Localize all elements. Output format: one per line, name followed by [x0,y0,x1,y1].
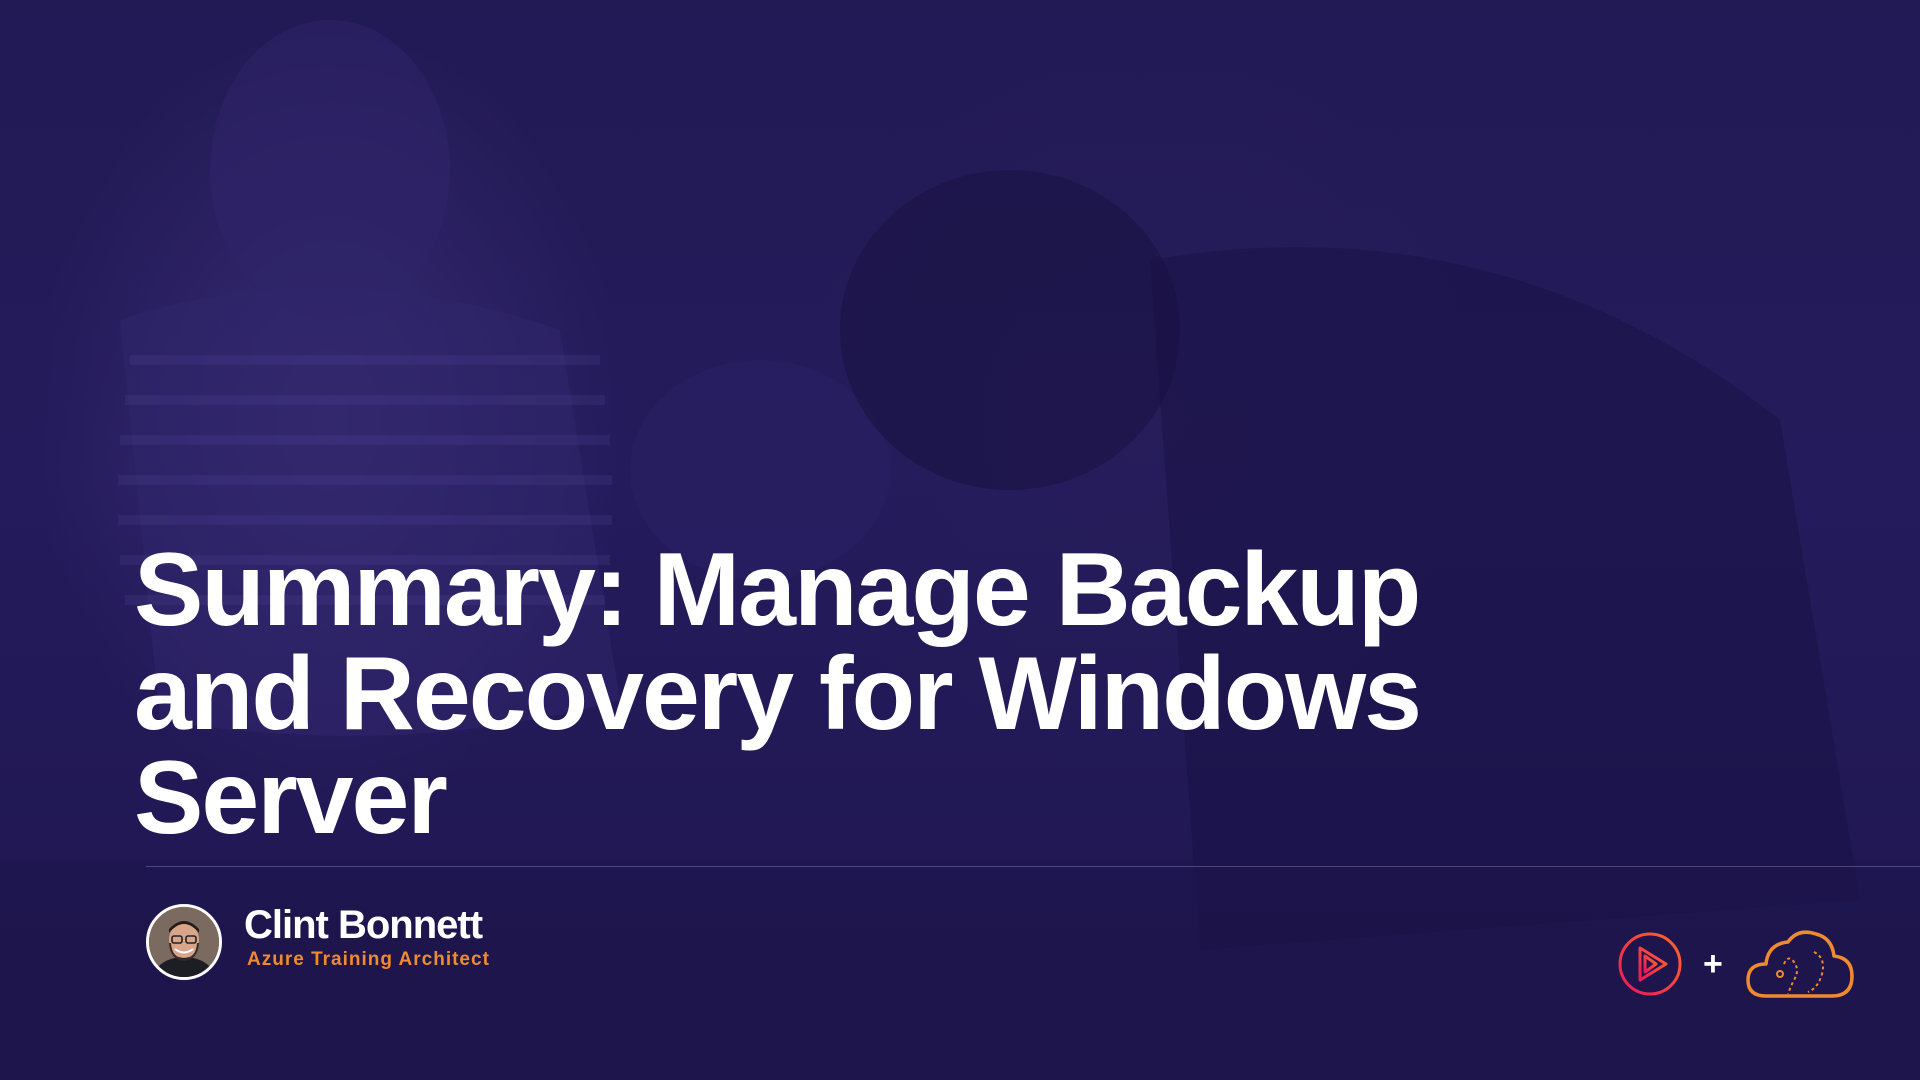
play-logo-icon [1618,932,1682,996]
presenter-role: Azure Training Architect [247,949,490,970]
cloud-logo-icon [1746,930,1854,998]
slide-title: Summary: Manage Backup and Recovery for … [134,538,1634,850]
title-slide: Summary: Manage Backup and Recovery for … [0,0,1920,1080]
slide-title-line-3: Server [134,740,448,856]
plus-sign: + [1703,945,1723,983]
slide-title-line-2: and Recovery for Windows [134,636,1422,752]
presenter-avatar [146,904,222,980]
presenter-photo-icon [149,907,219,977]
title-divider [146,866,1920,867]
slide-title-line-1: Summary: Manage Backup [134,532,1421,648]
presenter-name: Clint Bonnett [244,903,483,947]
